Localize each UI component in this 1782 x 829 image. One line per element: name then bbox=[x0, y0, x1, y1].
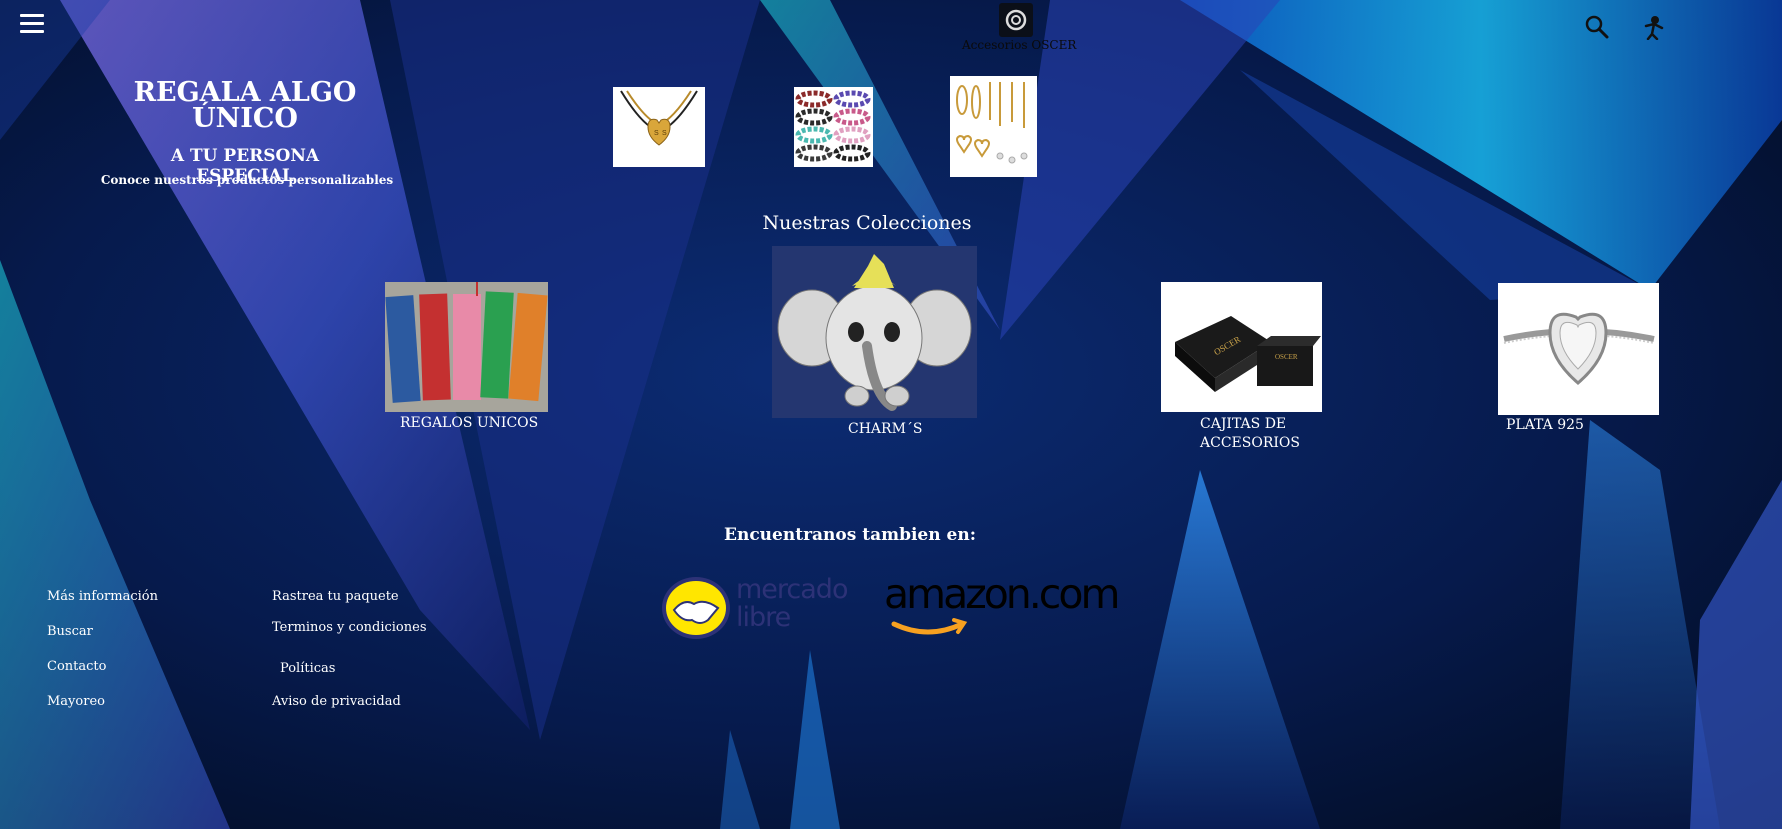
svg-text:OSCER: OSCER bbox=[1275, 353, 1298, 361]
footer-link-buscar[interactable]: Buscar bbox=[47, 624, 93, 639]
collection-regalos-unicos-image[interactable] bbox=[385, 282, 548, 412]
mercado-libre-line2: libre bbox=[736, 602, 791, 633]
partners-title: Encuentranos tambien en: bbox=[724, 525, 976, 545]
collection-label-charms[interactable]: CHARM´S bbox=[848, 420, 948, 439]
footer-link-mas-informacion[interactable]: Más información bbox=[47, 589, 158, 604]
hero-title: REGALA ALGO ÚNICO bbox=[133, 77, 357, 134]
collection-label-cajitas[interactable]: CAJITAS DE ACCESORIOS bbox=[1200, 415, 1320, 453]
mercado-libre-logo[interactable]: mercado libre bbox=[660, 574, 848, 642]
collection-charms-image[interactable] bbox=[772, 246, 977, 418]
collection-label-regalos-unicos[interactable]: REGALOS UNICOS bbox=[400, 414, 540, 433]
footer-link-mayoreo[interactable]: Mayoreo bbox=[47, 694, 105, 709]
hero-tagline: Conoce nuestros productos personalizable… bbox=[100, 173, 394, 187]
heart-necklace-image[interactable]: S S bbox=[613, 87, 705, 167]
collections-title: Nuestras Colecciones bbox=[762, 212, 972, 234]
collection-label-plata-925[interactable]: PLATA 925 bbox=[1506, 416, 1606, 435]
svg-text:S: S bbox=[662, 130, 667, 137]
brand-logo[interactable] bbox=[999, 3, 1033, 37]
amazon-logo[interactable]: amazon.com bbox=[884, 572, 1120, 644]
hamburger-menu-icon[interactable] bbox=[20, 14, 44, 36]
footer-link-aviso-privacidad[interactable]: Aviso de privacidad bbox=[272, 694, 401, 709]
collection-plata-925-image[interactable] bbox=[1498, 283, 1659, 415]
footer-link-contacto[interactable]: Contacto bbox=[47, 659, 106, 674]
mercado-libre-line1: mercado bbox=[736, 574, 848, 605]
search-icon[interactable] bbox=[1584, 14, 1610, 40]
gold-earrings-image[interactable] bbox=[950, 76, 1037, 177]
svg-text:S: S bbox=[654, 130, 659, 137]
brand-name: Accesorios OSCER bbox=[962, 38, 1077, 52]
footer-link-rastrea-paquete[interactable]: Rastrea tu paquete bbox=[272, 589, 399, 604]
footer-link-terminos[interactable]: Terminos y condiciones bbox=[272, 620, 427, 635]
brand-logo-mark bbox=[1005, 9, 1027, 31]
amazon-smile-arrow bbox=[891, 618, 968, 635]
collection-cajitas-image[interactable]: OSCER OSCER bbox=[1161, 282, 1322, 412]
user-icon[interactable] bbox=[1640, 14, 1668, 41]
beaded-bracelets-image[interactable] bbox=[794, 87, 873, 167]
mercado-libre-wordmark: mercado libre bbox=[736, 574, 848, 633]
footer-link-politicas[interactable]: Políticas bbox=[280, 661, 335, 676]
